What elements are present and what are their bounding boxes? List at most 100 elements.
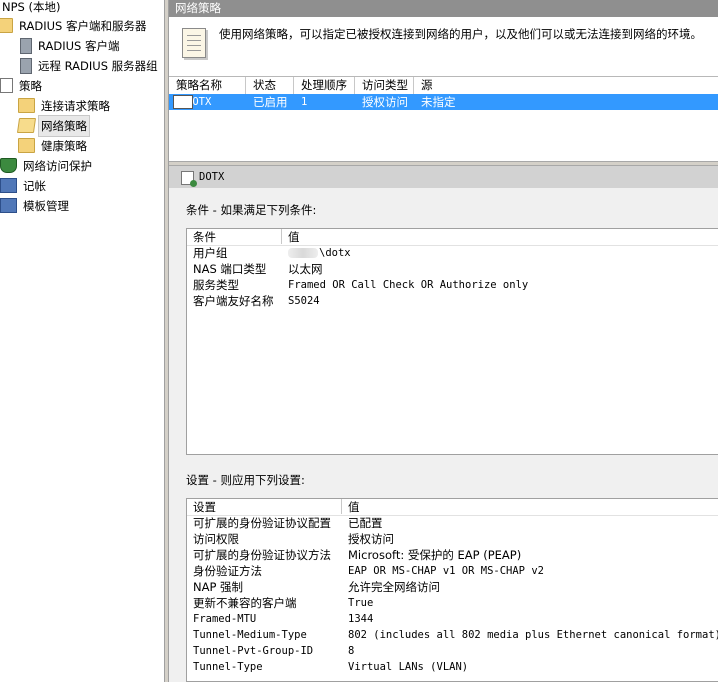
setting-name: Framed-MTU [193,613,257,625]
pane-title: 网络策略 [169,0,718,17]
condition-value: \dotx [282,245,351,261]
column-header-setting[interactable]: 设置 [187,499,342,514]
table-row[interactable]: DOTX 已启用 1 授权访问 未指定 [169,94,718,110]
description-panel: 使用网络策略，可以指定已被授权连接到网络的用户，以及他们可以或无法连接到网络的环… [169,17,718,76]
tree-item-label: 连接请求策略 [41,99,110,113]
setting-value: 1344 [348,613,374,625]
column-header-value[interactable]: 值 [342,499,360,514]
tree-item-label: 记帐 [23,179,46,193]
settings-table: 设置 值 可扩展的身份验证协议配置 已配置 访问权限 授权访问 可扩展的身份验证… [186,498,718,682]
results-pane: 网络策略 使用网络策略，可以指定已被授权连接到网络的用户，以及他们可以或无法连接… [169,0,718,682]
setting-value: EAP OR MS-CHAP v1 OR MS-CHAP v2 [348,565,544,577]
tree-item-accounting[interactable]: 记帐 [0,176,48,196]
table-row: 更新不兼容的客户端 True [187,595,718,611]
table-row: 访问权限 授权访问 [187,531,718,547]
setting-value: Microsoft: 受保护的 EAP (PEAP) [348,548,522,562]
tree-item-nps-local[interactable]: NPS (本地) [0,0,62,17]
server-icon [20,37,32,54]
conditions-label: 条件 - 如果满足下列条件: [186,203,317,217]
condition-value: S5024 [288,295,320,307]
condition-name: 客户端友好名称 [193,294,274,308]
policy-list-header: 策略名称 状态 处理顺序 访问类型 源 [169,77,718,94]
server-icon [20,57,32,74]
table-row: 身份验证方法 EAP OR MS-CHAP v1 OR MS-CHAP v2 [187,563,718,579]
column-header-value[interactable]: 值 [282,229,300,244]
policy-list: 策略名称 状态 处理顺序 访问类型 源 DOTX 已启用 1 授权访问 未指定 [169,76,718,162]
cell-status: 已启用 [253,95,288,109]
settings-header: 设置 值 [187,499,718,516]
column-header-access[interactable]: 访问类型 [355,77,414,94]
tree-item-templates[interactable]: 模板管理 [0,196,71,216]
condition-name: NAS 端口类型 [193,262,267,276]
setting-value: 8 [348,645,355,657]
detail-panel: DOTX 条件 - 如果满足下列条件: 条件 值 用户组 \dotx NAS 端… [169,166,718,682]
setting-value: 允许完全网络访问 [348,580,440,594]
detail-header: DOTX [169,166,718,188]
table-row: Framed-MTU 1344 [187,611,718,627]
column-header-condition[interactable]: 条件 [187,229,282,244]
monitor-icon [0,198,17,213]
folder-icon [18,98,35,113]
setting-value: True [348,597,374,609]
table-row: 服务类型 Framed OR Call Check OR Authorize o… [187,277,718,293]
column-header-source[interactable]: 源 [414,77,718,94]
table-row: Tunnel-Medium-Type 802 (includes all 802… [187,627,718,643]
tree-item-label: RADIUS 客户端 [38,39,120,53]
table-row: NAP 强制 允许完全网络访问 [187,579,718,595]
setting-value: 802 (includes all 802 media plus Etherne… [348,629,718,641]
tree-item-network-policies[interactable]: 网络策略 [16,115,90,137]
cell-order: 1 [301,96,308,108]
table-row: 客户端友好名称 S5024 [187,293,718,309]
tree-item-nap[interactable]: 网络访问保护 [0,156,94,176]
setting-name: NAP 强制 [193,580,244,594]
tree-item-label: 模板管理 [23,199,69,213]
tree-item-label: RADIUS 客户端和服务器 [19,19,147,33]
condition-name: 用户组 [193,246,228,260]
setting-name: 访问权限 [193,532,239,546]
setting-value: 已配置 [348,516,383,530]
open-folder-icon [16,118,37,133]
setting-name: 身份验证方法 [193,564,262,578]
document-icon [0,78,13,93]
tree-item-policies[interactable]: 策略 [0,76,44,96]
condition-name: 服务类型 [193,278,239,292]
detail-title: DOTX [199,171,225,183]
setting-name: Tunnel-Pvt-Group-ID [193,645,314,657]
table-row: 用户组 \dotx [187,245,718,261]
cell-source: 未指定 [421,95,456,109]
setting-name: Tunnel-Type [193,661,263,673]
monitor-icon [0,178,17,193]
setting-value: 授权访问 [348,532,394,546]
setting-name: Tunnel-Medium-Type [193,629,307,641]
conditions-header: 条件 值 [187,229,718,246]
setting-value: Virtual LANs (VLAN) [348,661,469,673]
tree-item-health-policies[interactable]: 健康策略 [18,136,89,156]
redacted-blur [288,248,318,258]
setting-name: 可扩展的身份验证协议方法 [193,548,331,562]
tree-item-radius-group[interactable]: RADIUS 客户端和服务器 [0,16,149,36]
tree-item-label: 网络访问保护 [23,159,92,173]
tree-item-label: 策略 [19,79,42,93]
tree-item-remote-radius[interactable]: 远程 RADIUS 服务器组 [20,56,160,76]
cell-access: 授权访问 [362,95,408,109]
tree-item-radius-clients[interactable]: RADIUS 客户端 [20,36,122,56]
column-header-status[interactable]: 状态 [246,77,294,94]
table-row: 可扩展的身份验证协议配置 已配置 [187,515,718,531]
console-tree: NPS (本地) RADIUS 客户端和服务器 RADIUS 客户端 远程 RA… [0,0,164,682]
table-row: Tunnel-Pvt-Group-ID 8 [187,643,718,659]
notepad-icon [182,28,206,58]
folder-icon [18,138,35,153]
tree-item-connection-request[interactable]: 连接请求策略 [18,96,112,116]
policy-icon [181,171,197,187]
tree-item-label: NPS (本地) [2,0,61,14]
conditions-table: 条件 值 用户组 \dotx NAS 端口类型 以太网 服务类型 Framed … [186,228,718,455]
tree-item-label: 健康策略 [41,139,87,153]
tree-item-label: 远程 RADIUS 服务器组 [38,59,158,73]
column-header-name[interactable]: 策略名称 [169,77,246,94]
shield-icon [0,158,17,173]
tree-item-label: 网络策略 [38,115,90,137]
folder-icon [0,18,13,33]
condition-value: Framed OR Call Check OR Authorize only [288,279,529,291]
column-header-order[interactable]: 处理顺序 [294,77,355,94]
table-row: NAS 端口类型 以太网 [187,261,718,277]
